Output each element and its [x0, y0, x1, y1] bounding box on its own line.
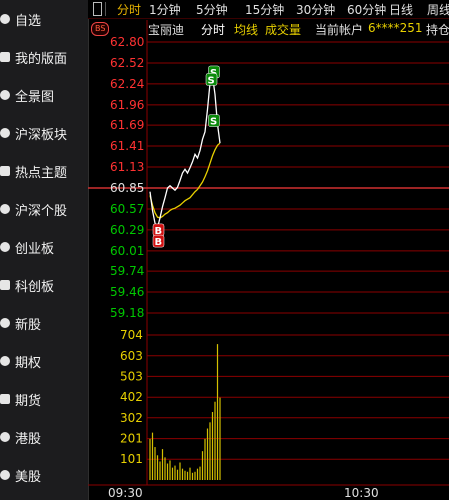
price-tick-label: 60.29	[110, 223, 144, 237]
volume-tick-label: 201	[120, 432, 143, 446]
price-tick-label: 62.52	[110, 56, 144, 70]
price-tick-label: 62.80	[110, 35, 144, 49]
price-tick-label: 60.85	[110, 181, 144, 195]
price-tick-label: 61.96	[110, 98, 144, 112]
volume-tick-label: 704	[120, 328, 143, 342]
price-tick-label: 60.01	[110, 244, 144, 258]
price-tick-label: 62.24	[110, 77, 144, 91]
time-tick-label: 09:30	[108, 486, 143, 500]
volume-tick-label: 402	[120, 390, 143, 404]
price-tick-label: 61.41	[110, 139, 144, 153]
trade-marker-label: S	[208, 75, 215, 86]
price-line	[149, 75, 221, 230]
price-tick-label: 61.13	[110, 160, 144, 174]
volume-tick-label: 503	[120, 369, 143, 383]
avg-price-line	[149, 142, 221, 219]
trade-marker-label: B	[155, 237, 163, 248]
price-tick-label: 59.46	[110, 285, 144, 299]
price-tick-label: 59.18	[110, 306, 144, 320]
time-tick-label: 10:30	[344, 486, 379, 500]
trade-marker-label: S	[210, 117, 217, 128]
volume-tick-label: 101	[120, 452, 143, 466]
intraday-chart[interactable]: 62.80 62.52 62.24 61.96 61.69 61.41 61.13 60.85…	[0, 0, 449, 500]
price-tick-label: 61.69	[110, 118, 144, 132]
price-tick-label: 59.74	[110, 264, 144, 278]
volume-tick-label: 302	[120, 411, 143, 425]
price-tick-label: 60.57	[110, 202, 144, 216]
volume-tick-label: 603	[120, 349, 143, 363]
